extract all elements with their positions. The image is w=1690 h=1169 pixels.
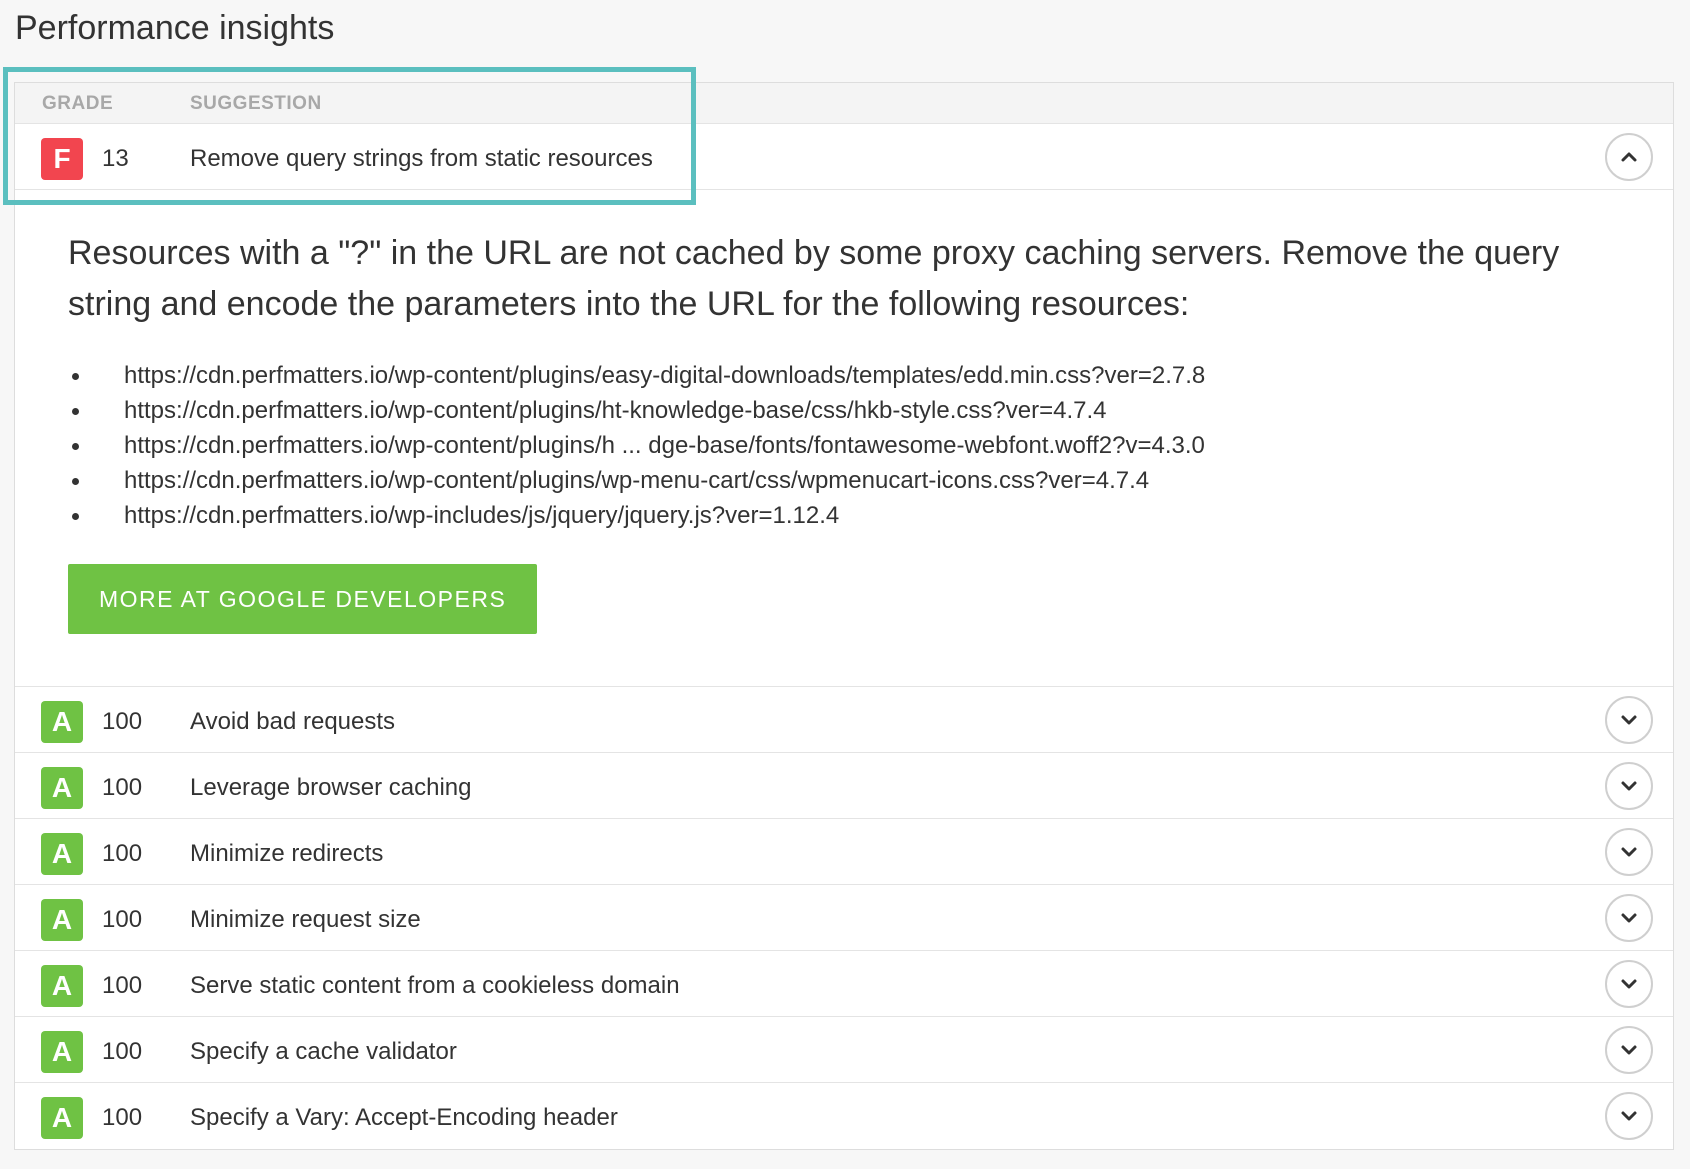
expand-button[interactable] bbox=[1605, 1092, 1653, 1140]
chevron-down-icon bbox=[1621, 979, 1637, 989]
grade-badge: A bbox=[41, 767, 83, 809]
score: 100 bbox=[102, 1038, 143, 1065]
expand-button[interactable] bbox=[1605, 1026, 1653, 1074]
grade-badge: A bbox=[41, 701, 83, 743]
bullet-icon bbox=[72, 443, 79, 450]
score: 100 bbox=[102, 840, 143, 867]
insight-details: Resources with a "?" in the URL are not … bbox=[15, 190, 1673, 687]
score: 100 bbox=[102, 774, 143, 801]
bullet-icon bbox=[72, 373, 79, 380]
suggestion-text: Leverage browser caching bbox=[190, 774, 472, 801]
grade-column-header: GRADE bbox=[42, 93, 114, 114]
insight-row[interactable]: A 100 Avoid bad requests bbox=[15, 687, 1673, 753]
chevron-down-icon bbox=[1621, 781, 1637, 791]
insight-row[interactable]: A 100 Serve static content from a cookie… bbox=[15, 951, 1673, 1017]
suggestion-column-header: SUGGESTION bbox=[190, 93, 322, 114]
insight-row-expanded[interactable]: F 13 Remove query strings from static re… bbox=[15, 124, 1673, 190]
resource-item: https://cdn.perfmatters.io/wp-content/pl… bbox=[68, 463, 1615, 498]
grade-badge: A bbox=[41, 833, 83, 875]
resource-list: https://cdn.perfmatters.io/wp-content/pl… bbox=[68, 358, 1615, 533]
resource-url: https://cdn.perfmatters.io/wp-content/pl… bbox=[124, 432, 1205, 459]
expand-button[interactable] bbox=[1605, 696, 1653, 744]
resource-url: https://cdn.perfmatters.io/wp-content/pl… bbox=[124, 362, 1206, 389]
suggestion-text: Serve static content from a cookieless d… bbox=[190, 972, 680, 999]
expand-button[interactable] bbox=[1605, 960, 1653, 1008]
resource-url: https://cdn.perfmatters.io/wp-content/pl… bbox=[124, 397, 1107, 424]
score: 100 bbox=[102, 906, 143, 933]
suggestion-text: Avoid bad requests bbox=[190, 708, 396, 735]
suggestion-text: Specify a cache validator bbox=[190, 1038, 457, 1065]
score: 100 bbox=[102, 708, 143, 735]
expand-button[interactable] bbox=[1605, 762, 1653, 810]
bullet-icon bbox=[72, 408, 79, 415]
grade-badge: A bbox=[41, 1031, 83, 1073]
expand-button[interactable] bbox=[1605, 828, 1653, 876]
suggestion-text: Specify a Vary: Accept-Encoding header bbox=[190, 1104, 618, 1131]
score: 100 bbox=[102, 972, 143, 999]
suggestion-text: Remove query strings from static resourc… bbox=[190, 145, 653, 172]
suggestion-text: Minimize redirects bbox=[190, 840, 384, 867]
collapse-button[interactable] bbox=[1605, 133, 1653, 181]
grade-badge: A bbox=[41, 899, 83, 941]
chevron-down-icon bbox=[1621, 1111, 1637, 1121]
resource-url: https://cdn.perfmatters.io/wp-includes/j… bbox=[124, 502, 840, 529]
expand-button[interactable] bbox=[1605, 894, 1653, 942]
bullet-icon bbox=[72, 513, 79, 520]
chevron-down-icon bbox=[1621, 847, 1637, 857]
resource-item: https://cdn.perfmatters.io/wp-content/pl… bbox=[68, 358, 1615, 393]
insight-row[interactable]: A 100 Specify a Vary: Accept-Encoding he… bbox=[15, 1083, 1673, 1149]
resource-item: https://cdn.perfmatters.io/wp-content/pl… bbox=[68, 428, 1615, 463]
insights-table: GRADE SUGGESTION F 13 Remove query strin… bbox=[14, 82, 1674, 1150]
chevron-up-icon bbox=[1621, 152, 1637, 162]
chevron-down-icon bbox=[1621, 1045, 1637, 1055]
insight-row[interactable]: A 100 Leverage browser caching bbox=[15, 753, 1673, 819]
insight-row[interactable]: A 100 Minimize redirects bbox=[15, 819, 1673, 885]
score: 13 bbox=[102, 145, 129, 172]
insight-description: Resources with a "?" in the URL are not … bbox=[68, 234, 1560, 323]
table-header: GRADE SUGGESTION bbox=[15, 83, 1673, 124]
google-developers-button[interactable]: MORE AT GOOGLE DEVELOPERS bbox=[68, 564, 538, 634]
bullet-icon bbox=[72, 478, 79, 485]
resource-item: https://cdn.perfmatters.io/wp-includes/j… bbox=[68, 498, 1615, 533]
grade-badge: A bbox=[41, 1097, 83, 1139]
grade-badge: F bbox=[41, 138, 83, 180]
resource-item: https://cdn.perfmatters.io/wp-content/pl… bbox=[68, 393, 1615, 428]
grade-badge: A bbox=[41, 965, 83, 1007]
chevron-down-icon bbox=[1621, 913, 1637, 923]
score: 100 bbox=[102, 1104, 143, 1131]
insight-row[interactable]: A 100 Specify a cache validator bbox=[15, 1017, 1673, 1083]
page-title: Performance insights bbox=[15, 9, 335, 47]
suggestion-text: Minimize request size bbox=[190, 906, 421, 933]
insight-row[interactable]: A 100 Minimize request size bbox=[15, 885, 1673, 951]
chevron-down-icon bbox=[1621, 715, 1637, 725]
resource-url: https://cdn.perfmatters.io/wp-content/pl… bbox=[124, 467, 1150, 494]
